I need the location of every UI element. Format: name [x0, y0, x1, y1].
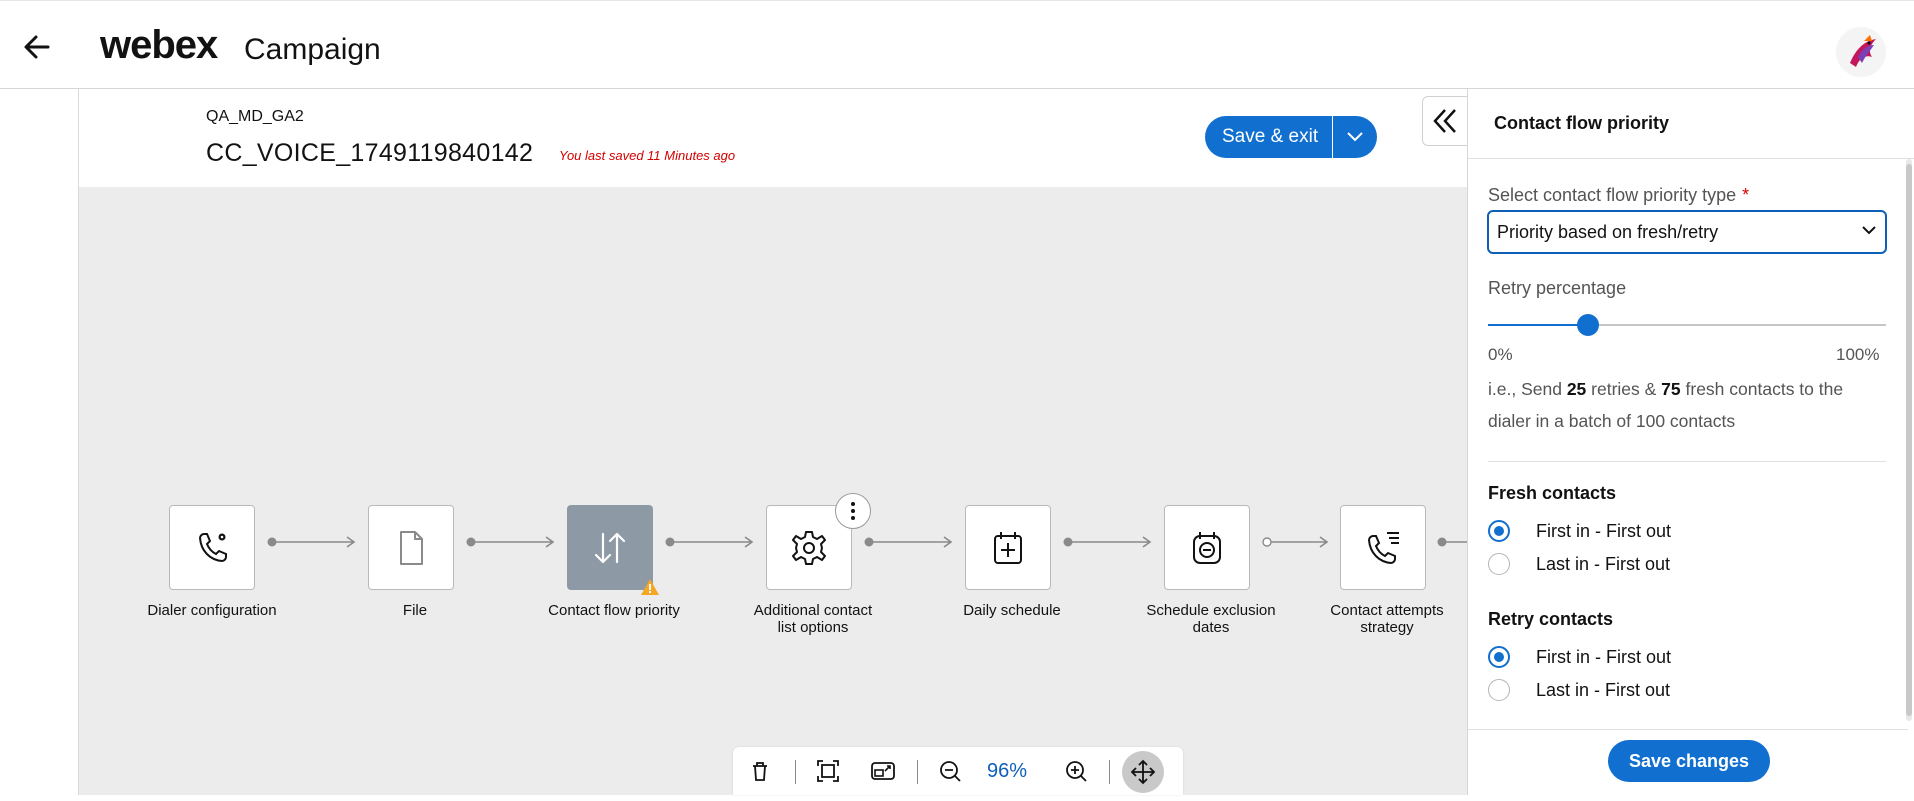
- radio-label: Last in - First out: [1536, 553, 1671, 574]
- node-daily-schedule[interactable]: [965, 505, 1051, 590]
- campaign-subtitle: QA_MD_GA2: [206, 108, 304, 125]
- campaign-header: QA_MD_GA2 CC_VOICE_1749119840142 You las…: [79, 89, 1467, 187]
- node-more-options-icon[interactable]: [835, 493, 871, 529]
- panel-footer: Save changes: [1468, 729, 1908, 795]
- flow-canvas[interactable]: [79, 187, 1467, 795]
- zoom-level: 96%: [987, 760, 1028, 782]
- arrows-up-down-icon: [594, 532, 626, 563]
- node-label: File: [402, 602, 428, 619]
- retry-explanation: i.e., Send 25 retries & 75 fresh contact…: [1488, 379, 1844, 431]
- fresh-lifo-radio[interactable]: Last in - First out: [1488, 552, 1670, 576]
- connector-arrow: [1262, 536, 1329, 548]
- radio-label: Last in - First out: [1536, 679, 1671, 700]
- warning-icon: [640, 578, 660, 596]
- save-exit-group: Save & exit: [1205, 116, 1378, 158]
- node-schedule-exclusion-dates[interactable]: [1164, 505, 1250, 590]
- connector-arrow: [466, 536, 555, 548]
- connector-arrow: [665, 536, 754, 548]
- radio-label: First in - First out: [1536, 646, 1672, 667]
- retry-contacts-title: Retry contacts: [1488, 609, 1614, 629]
- connector-arrow: [1063, 536, 1152, 548]
- node-dialer-configuration[interactable]: [169, 505, 255, 590]
- radio-label: First in - First out: [1536, 520, 1672, 541]
- slider-max-label: 100%: [1836, 345, 1880, 364]
- calendar-add-icon: [994, 531, 1022, 564]
- node-file[interactable]: [368, 505, 454, 590]
- left-rail: [0, 89, 79, 795]
- retry-percentage-label: Retry percentage: [1488, 278, 1627, 298]
- node-label: Additional contact list options: [753, 602, 873, 636]
- toolbar-divider: [795, 760, 796, 784]
- toolbar-divider: [1109, 760, 1110, 784]
- connector-arrow: [267, 536, 356, 548]
- collapse-panel-button[interactable]: [1422, 96, 1468, 146]
- node-contact-attempts-strategy[interactable]: [1340, 505, 1426, 590]
- radio-unselected[interactable]: [1488, 553, 1510, 575]
- retry-slider-fill: [1488, 324, 1588, 326]
- saved-status: You last saved 11 Minutes ago: [559, 148, 736, 163]
- app-title: Campaign: [244, 33, 381, 66]
- back-arrow-icon[interactable]: [18, 27, 58, 67]
- connector-arrow: [1437, 537, 1467, 547]
- zoom-in-icon[interactable]: [1059, 754, 1093, 788]
- slider-min-label: 0%: [1488, 345, 1513, 364]
- calendar-minus-icon: [1193, 531, 1221, 564]
- canvas-toolbar: 96%: [733, 747, 1183, 795]
- chevron-down-icon: [1862, 226, 1876, 235]
- retry-fifo-radio[interactable]: First in - First out: [1488, 645, 1671, 669]
- double-chevron-left-icon: [1433, 109, 1456, 133]
- section-divider: [1488, 461, 1886, 462]
- chevron-down-icon: [1347, 132, 1363, 142]
- priority-type-value: Priority based on fresh/retry: [1497, 222, 1719, 242]
- top-bar: webex Campaign: [0, 0, 1914, 89]
- radio-unselected[interactable]: [1488, 679, 1510, 701]
- toolbar-divider: [917, 760, 918, 784]
- fresh-contacts-title: Fresh contacts: [1488, 483, 1617, 503]
- avatar[interactable]: [1836, 27, 1886, 77]
- webex-logo: webex: [100, 23, 218, 67]
- fit-to-screen-icon[interactable]: [811, 754, 845, 788]
- panel-scrollbar[interactable]: [1906, 159, 1912, 721]
- save-options-dropdown[interactable]: [1332, 116, 1378, 158]
- phone-settings-icon: [198, 532, 227, 562]
- save-changes-button[interactable]: Save changes: [1608, 740, 1771, 782]
- scrollbar-thumb[interactable]: [1906, 164, 1912, 716]
- fresh-fifo-radio[interactable]: First in - First out: [1488, 519, 1671, 543]
- radio-selected[interactable]: [1488, 520, 1510, 542]
- node-label: Schedule exclusion dates: [1146, 602, 1276, 636]
- node-label: Contact attempts strategy: [1330, 602, 1444, 636]
- delete-icon[interactable]: [743, 754, 777, 788]
- pan-move-icon[interactable]: [1122, 751, 1164, 793]
- connector-arrow: [864, 536, 953, 548]
- gear-icon: [792, 530, 826, 565]
- required-marker: *: [1742, 185, 1750, 205]
- panel-title: Contact flow priority: [1494, 113, 1669, 133]
- retry-slider-track[interactable]: [1488, 324, 1886, 326]
- node-label: Dialer configuration: [147, 602, 277, 619]
- node-label: Daily schedule: [963, 602, 1061, 619]
- node-label: Contact flow priority: [548, 602, 680, 619]
- phone-list-icon: [1367, 531, 1399, 564]
- radio-selected[interactable]: [1488, 646, 1510, 668]
- file-icon: [400, 530, 423, 565]
- zoom-out-icon[interactable]: [933, 754, 967, 788]
- campaign-name: CC_VOICE_1749119840142: [206, 139, 534, 167]
- minimap-icon[interactable]: [866, 754, 900, 788]
- retry-lifo-radio[interactable]: Last in - First out: [1488, 678, 1670, 702]
- save-exit-button[interactable]: Save & exit: [1205, 116, 1333, 158]
- priority-type-select[interactable]: Priority based on fresh/retry: [1487, 210, 1887, 254]
- priority-type-label: Select contact flow priority type *: [1488, 185, 1750, 205]
- panel-divider: [1468, 158, 1914, 159]
- contact-flow-priority-panel: Contact flow priority Select contact flo…: [1467, 89, 1914, 795]
- retry-slider-thumb[interactable]: [1576, 314, 1599, 336]
